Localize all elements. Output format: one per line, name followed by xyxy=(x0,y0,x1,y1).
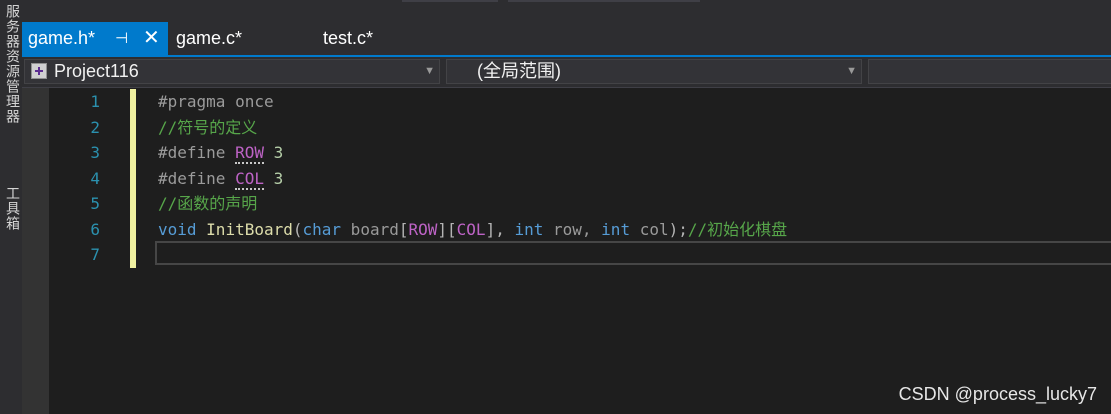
code-token: board xyxy=(341,219,399,239)
code-line[interactable]: 2 //符号的定义 xyxy=(22,114,1111,141)
toolbar-edge xyxy=(508,0,700,2)
code-token: row, xyxy=(543,219,602,239)
change-tracking-bar xyxy=(130,216,136,242)
code-line-text: #define ROW 3 xyxy=(158,140,283,166)
code-token: 3 xyxy=(263,168,284,188)
code-token: #define xyxy=(158,143,236,162)
code-line-text: #define COL 3 xyxy=(158,166,283,192)
tab-game-h[interactable]: game.h* ⊣ ✕ xyxy=(22,22,168,55)
change-tracking-bar xyxy=(130,165,136,191)
pin-icon[interactable]: ⊣ xyxy=(115,22,128,55)
scope-name: (全局范围) xyxy=(477,61,561,81)
watermark: CSDN @process_lucky7 xyxy=(898,384,1097,404)
project-dropdown[interactable]: Project116 ▼ xyxy=(24,59,440,84)
side-dock: 服务器资源管理器 工具箱 xyxy=(0,0,23,414)
code-token: 3 xyxy=(263,143,284,162)
code-line[interactable]: 5 //函数的声明 xyxy=(22,191,1111,217)
code-token: int xyxy=(514,219,544,239)
code-token: ][ xyxy=(437,219,457,239)
code-line[interactable]: 4 #define COL 3 xyxy=(22,165,1111,192)
tab-game-c[interactable]: game.c* xyxy=(170,22,310,55)
code-token: //函数的声明 xyxy=(158,194,258,213)
code-token: ], xyxy=(485,219,515,239)
close-icon[interactable]: ✕ xyxy=(143,22,160,55)
line-number: 4 xyxy=(90,168,100,188)
code-line-text: #pragma once xyxy=(158,89,274,115)
code-line[interactable]: 1 #pragma once xyxy=(22,89,1111,115)
change-tracking-bar xyxy=(130,242,136,268)
code-token: InitBoard xyxy=(206,219,293,239)
server-explorer-tab[interactable]: 服务器资源管理器 xyxy=(3,4,22,124)
code-token: ( xyxy=(292,219,303,239)
code-token: #define xyxy=(158,168,236,188)
scope-dropdown[interactable]: (全局范围) ▼ xyxy=(446,59,862,84)
code-token: col xyxy=(630,219,669,239)
code-token: int xyxy=(601,219,631,239)
top-toolbar-band xyxy=(22,0,1111,22)
current-line-highlight xyxy=(155,241,1111,265)
code-token: ROW xyxy=(235,143,264,164)
document-tab-strip: game.h* ⊣ ✕ game.c* test.c* xyxy=(22,22,1111,57)
code-line-text: //符号的定义 xyxy=(158,115,257,141)
chevron-down-icon: ▼ xyxy=(424,65,435,77)
tab-label: game.c* xyxy=(176,28,243,48)
code-line[interactable]: 7 xyxy=(22,241,1111,268)
code-token: //初始化棋盘 xyxy=(687,219,788,239)
navigation-bar: Project116 ▼ (全局范围) ▼ xyxy=(22,57,1111,88)
change-tracking-bar xyxy=(130,114,136,140)
code-token: ); xyxy=(668,219,688,239)
project-icon xyxy=(31,63,47,79)
line-number: 1 xyxy=(90,92,100,111)
chevron-down-icon: ▼ xyxy=(846,65,857,77)
change-tracking-bar xyxy=(130,191,136,217)
code-token: COL xyxy=(456,219,486,239)
change-tracking-bar xyxy=(130,89,136,115)
code-token: #pragma once xyxy=(158,92,274,111)
code-line-text: void InitBoard(char board[ROW][COL], int… xyxy=(158,217,787,243)
member-dropdown[interactable] xyxy=(868,59,1111,84)
code-token: void xyxy=(158,219,197,239)
code-line[interactable]: 6 void InitBoard(char board[ROW][COL], i… xyxy=(22,216,1111,243)
line-number: 2 xyxy=(90,117,100,137)
line-number: 5 xyxy=(90,194,100,213)
toolbox-tab[interactable]: 工具箱 xyxy=(3,186,22,231)
project-name: Project116 xyxy=(54,61,139,81)
tab-label: test.c* xyxy=(323,28,374,48)
code-token: COL xyxy=(235,168,264,190)
code-token: char xyxy=(302,219,342,239)
change-tracking-bar xyxy=(130,140,136,166)
code-editor[interactable]: 1 #pragma once 2 //符号的定义 3 #define ROW 3… xyxy=(22,88,1111,414)
code-line[interactable]: 3 #define ROW 3 xyxy=(22,140,1111,166)
toolbar-edge xyxy=(402,0,498,2)
tab-test-c[interactable]: test.c* xyxy=(317,22,437,55)
code-token: //符号的定义 xyxy=(158,117,258,137)
line-number: 3 xyxy=(90,143,100,162)
tab-label: game.h* xyxy=(28,28,96,48)
code-token: ROW xyxy=(408,219,438,239)
line-number: 6 xyxy=(90,219,100,239)
line-number: 7 xyxy=(90,245,100,264)
code-line-text: //函数的声明 xyxy=(158,191,257,217)
